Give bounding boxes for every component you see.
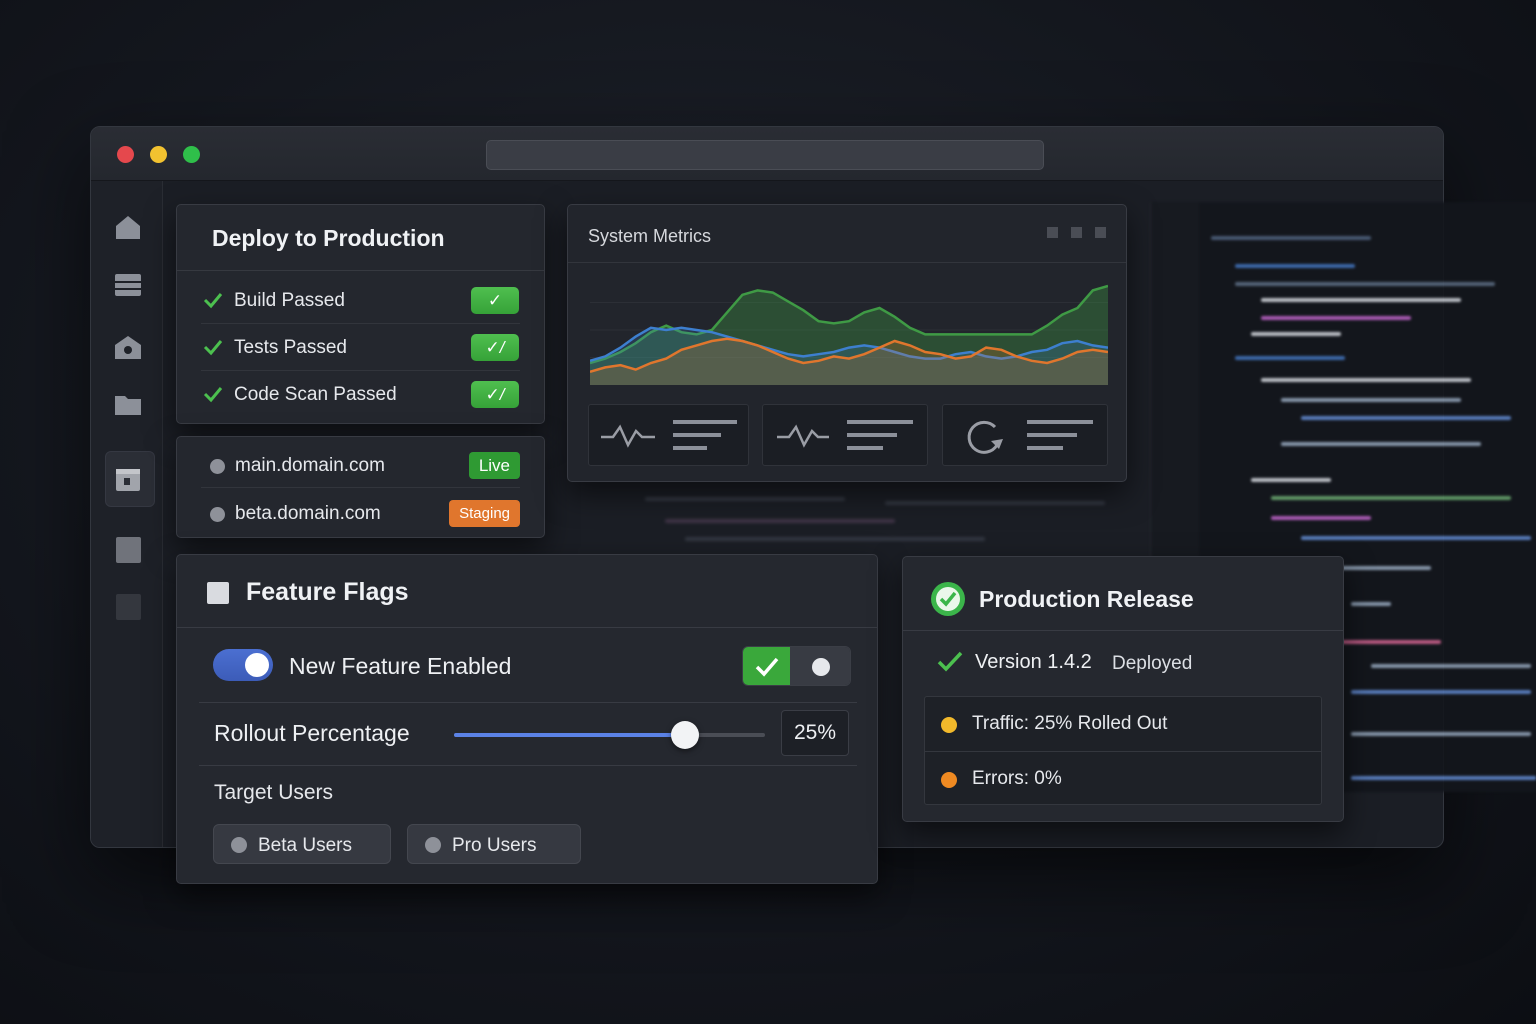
status-dot [210, 459, 225, 474]
panel-control-icon[interactable] [1047, 227, 1058, 238]
deploy-status: Deployed [1112, 653, 1193, 674]
toggle-knob [245, 653, 269, 677]
archive-icon[interactable] [113, 465, 143, 493]
traffic-row: Traffic: 25% Rolled Out [925, 697, 1321, 751]
panel-control-icon[interactable] [1071, 227, 1082, 238]
deploy-panel: Deploy to Production Build Passed ✓ Test… [176, 204, 545, 424]
panel-control-icon[interactable] [1095, 227, 1106, 238]
list-icon[interactable] [113, 271, 143, 299]
feature-flags-panel: Feature Flags New Feature Enabled Rollou… [176, 554, 878, 884]
slider-fill [454, 733, 685, 737]
deploy-header: Deploy to Production [177, 205, 544, 271]
feature-toggle[interactable] [213, 649, 273, 681]
domains-panel: main.domain.com Live beta.domain.com Sta… [176, 436, 545, 538]
slider-thumb[interactable] [670, 721, 699, 749]
check-badge: ✓/ [471, 381, 519, 408]
traffic-label: Traffic: 25% Rolled Out [972, 713, 1168, 734]
enable-switch[interactable] [742, 646, 851, 686]
errors-row: Errors: 0% [925, 751, 1321, 805]
chip-dot [425, 837, 441, 853]
check-row-code-scan: Code Scan Passed ✓/ [201, 371, 520, 418]
title-bar [91, 127, 1443, 181]
domain-row-beta[interactable]: beta.domain.com Staging [201, 487, 520, 534]
check-badge: ✓ [471, 287, 519, 314]
check-icon [203, 293, 223, 309]
domain-row-main[interactable]: main.domain.com Live [201, 440, 520, 487]
home-icon[interactable] [113, 213, 143, 241]
pulse-icon [777, 420, 913, 450]
check-badge: ✓/ [471, 334, 519, 361]
deploy-title: Deploy to Production [212, 225, 445, 251]
domain-label: main.domain.com [235, 455, 385, 476]
folder-icon[interactable] [113, 391, 143, 419]
check-icon [937, 651, 963, 672]
release-header: Production Release [903, 557, 1343, 631]
check-label: Build Passed [234, 290, 345, 311]
target-chip-pro[interactable]: Pro Users [407, 824, 581, 864]
minimize-window-button[interactable] [150, 146, 167, 163]
target-users-label: Target Users [214, 781, 334, 804]
stat-card[interactable] [762, 404, 928, 466]
square-icon[interactable] [113, 593, 143, 621]
stat-card[interactable] [588, 404, 749, 466]
live-badge: Live [468, 452, 520, 479]
staging-badge: Staging [449, 500, 520, 527]
system-metrics-panel: System Metrics [567, 204, 1127, 482]
rollout-value[interactable]: 25% [781, 710, 849, 756]
errors-label: Errors: 0% [972, 768, 1062, 789]
square-icon[interactable] [113, 536, 143, 564]
enabled-segment[interactable] [743, 647, 790, 685]
metrics-chart [590, 284, 1108, 385]
check-label: Tests Passed [234, 337, 347, 358]
check-icon [203, 340, 223, 356]
production-release-panel: Production Release Version 1.4.2 Deploye… [902, 556, 1344, 822]
rollout-slider[interactable] [454, 721, 765, 749]
release-stats: Traffic: 25% Rolled Out Errors: 0% [924, 696, 1322, 805]
rollout-label: Rollout Percentage [214, 720, 410, 746]
check-row-tests: Tests Passed ✓/ [201, 324, 520, 371]
pulse-icon [601, 420, 737, 450]
target-chip-beta[interactable]: Beta Users [213, 824, 391, 864]
maximize-window-button[interactable] [183, 146, 200, 163]
check-icon [755, 657, 778, 677]
metrics-title: System Metrics [588, 226, 712, 246]
release-title: Production Release [979, 586, 1194, 612]
errors-status-dot [941, 772, 957, 788]
flags-title: Feature Flags [246, 578, 409, 606]
flag-square-icon [207, 582, 229, 604]
chip-label: Pro Users [452, 835, 537, 856]
flags-header: Feature Flags [177, 555, 877, 628]
feature-label: New Feature Enabled [289, 653, 512, 679]
code-snippet-background [625, 485, 1125, 555]
check-icon [203, 387, 223, 403]
refresh-icon [967, 420, 1093, 454]
stat-card[interactable] [942, 404, 1108, 466]
chip-label: Beta Users [258, 835, 352, 856]
version-label: Version 1.4.2 [975, 651, 1092, 673]
status-dot [210, 507, 225, 522]
address-bar[interactable] [486, 140, 1044, 170]
close-window-button[interactable] [117, 146, 134, 163]
check-row-build: Build Passed ✓ [201, 277, 520, 324]
warehouse-icon[interactable] [113, 333, 143, 361]
check-label: Code Scan Passed [234, 384, 397, 405]
chip-dot [231, 837, 247, 853]
success-check-icon [931, 582, 965, 616]
disabled-segment[interactable] [790, 647, 850, 685]
metrics-header: System Metrics [568, 205, 1126, 263]
sidebar [91, 181, 163, 847]
traffic-status-dot [941, 717, 957, 733]
domain-label: beta.domain.com [235, 503, 381, 524]
